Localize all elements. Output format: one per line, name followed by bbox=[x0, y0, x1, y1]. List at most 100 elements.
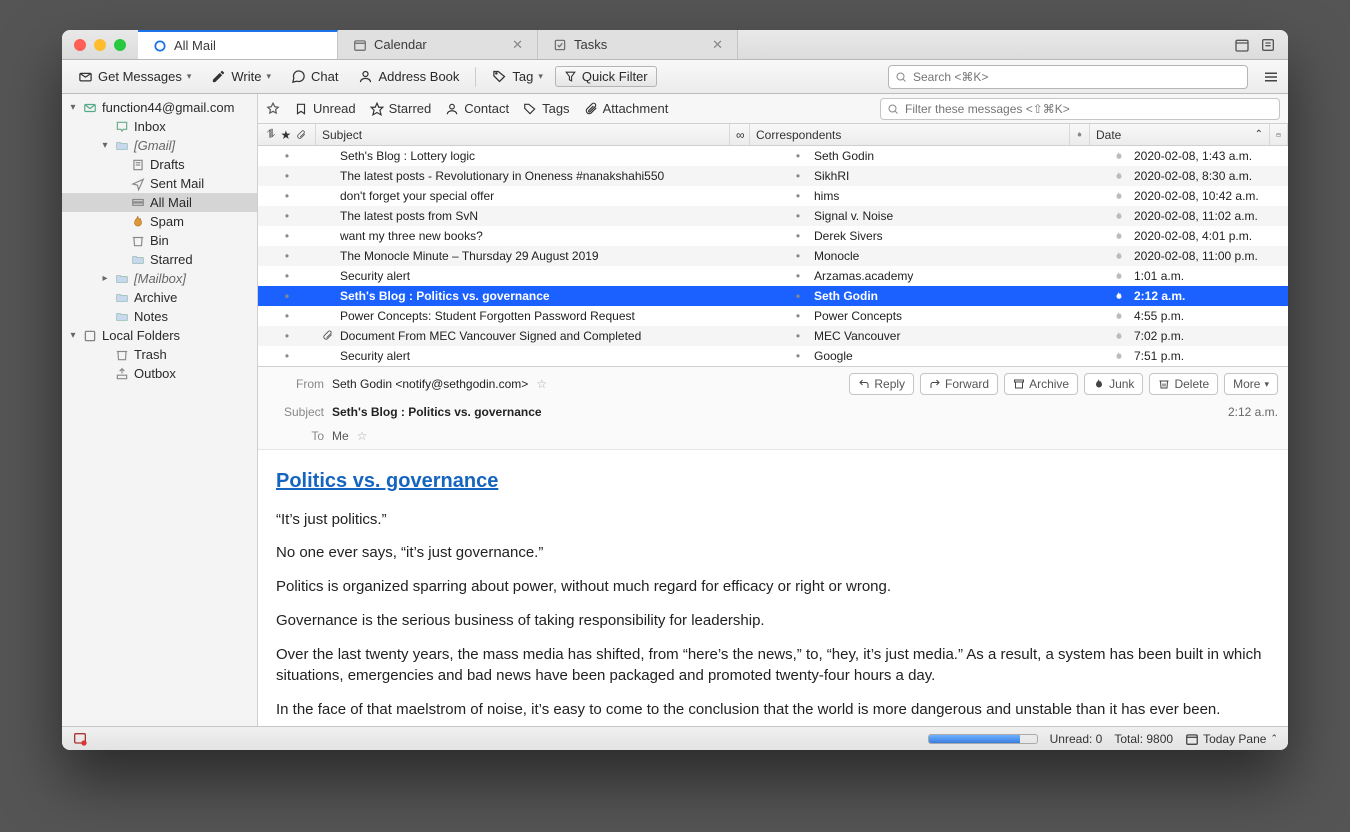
preview-body[interactable]: Politics vs. governance “It’s just polit… bbox=[258, 450, 1288, 726]
sidebar-item-drafts[interactable]: Drafts bbox=[62, 155, 257, 174]
sidebar-item-archive[interactable]: Archive bbox=[62, 288, 257, 307]
close-tab-icon[interactable]: ✕ bbox=[712, 37, 723, 53]
subject-value: Seth's Blog : Politics vs. governance bbox=[332, 405, 542, 419]
message-row[interactable]: • Seth's Blog : Politics vs. governance … bbox=[258, 286, 1288, 306]
app-menu-button[interactable] bbox=[1262, 68, 1280, 86]
tab-calendar[interactable]: Calendar ✕ bbox=[338, 30, 538, 59]
col-flags[interactable]: ⥮★ bbox=[258, 124, 316, 145]
tab-all-mail[interactable]: All Mail bbox=[138, 30, 338, 59]
hot-icon bbox=[1108, 171, 1128, 181]
close-tab-icon[interactable]: ✕ bbox=[512, 37, 523, 53]
message-row[interactable]: • Seth's Blog : Lottery logic • Seth God… bbox=[258, 146, 1288, 166]
sidebar-item-label: Inbox bbox=[134, 119, 166, 134]
folder-icon bbox=[114, 139, 130, 153]
unread-count: Unread: 0 bbox=[1050, 732, 1103, 746]
message-from: Derek Sivers bbox=[808, 229, 1108, 243]
col-subject[interactable]: Subject bbox=[316, 124, 730, 145]
col-hot[interactable] bbox=[1070, 124, 1090, 145]
junk-button[interactable]: Junk bbox=[1084, 373, 1143, 395]
close-window-button[interactable] bbox=[74, 39, 86, 51]
tag-button[interactable]: Tag ▾ bbox=[484, 66, 551, 87]
quick-filter-toggle[interactable]: Quick Filter bbox=[555, 66, 657, 87]
forward-button[interactable]: Forward bbox=[920, 373, 998, 395]
get-messages-button[interactable]: Get Messages ▾ bbox=[70, 66, 199, 87]
write-button[interactable]: Write ▾ bbox=[203, 66, 279, 87]
message-row[interactable]: • Security alert • Google 7:51 p.m. bbox=[258, 346, 1288, 366]
sidebar-item-sent-mail[interactable]: Sent Mail bbox=[62, 174, 257, 193]
sidebar-item-outbox[interactable]: Outbox bbox=[62, 364, 257, 383]
star-contact-icon[interactable]: ☆ bbox=[536, 377, 547, 391]
thread-dot: • bbox=[788, 189, 808, 203]
sidebar-item--gmail-[interactable]: ▾ [Gmail] bbox=[62, 136, 257, 155]
spam-icon bbox=[130, 215, 146, 229]
tab-label: Calendar bbox=[374, 37, 427, 52]
message-date: 2:12 a.m. bbox=[1128, 289, 1288, 303]
calendar-icon[interactable] bbox=[1234, 37, 1250, 53]
zoom-window-button[interactable] bbox=[114, 39, 126, 51]
search-input[interactable] bbox=[888, 65, 1248, 89]
local-folders-row[interactable]: ▾ Local Folders bbox=[62, 326, 257, 345]
sidebar-item-all-mail[interactable]: All Mail bbox=[62, 193, 257, 212]
message-list[interactable]: • Seth's Blog : Lottery logic • Seth God… bbox=[258, 146, 1288, 366]
message-row[interactable]: • The Monocle Minute – Thursday 29 Augus… bbox=[258, 246, 1288, 266]
more-button[interactable]: More▾ bbox=[1224, 373, 1278, 395]
message-subject: Security alert bbox=[334, 269, 788, 283]
message-subject: The latest posts - Revolutionary in Onen… bbox=[334, 169, 788, 183]
account-row[interactable]: ▾ function44@gmail.com bbox=[62, 98, 257, 117]
col-date[interactable]: Date⌃ bbox=[1090, 124, 1270, 145]
article-title-link[interactable]: Politics vs. governance bbox=[276, 470, 498, 492]
chat-button[interactable]: Chat bbox=[283, 66, 346, 87]
sidebar-item-label: Sent Mail bbox=[150, 176, 204, 191]
star-recipient-icon[interactable]: ☆ bbox=[357, 429, 368, 443]
filter-unread[interactable]: Unread bbox=[294, 101, 356, 116]
write-label: Write bbox=[231, 69, 261, 84]
filter-tags[interactable]: Tags bbox=[523, 101, 569, 116]
col-correspondents[interactable]: Correspondents bbox=[750, 124, 1070, 145]
activity-icon[interactable] bbox=[72, 731, 88, 747]
delete-button[interactable]: Delete bbox=[1149, 373, 1218, 395]
read-dot: • bbox=[258, 349, 316, 363]
today-pane-toggle[interactable]: Today Pane⌃ bbox=[1185, 732, 1278, 746]
message-row[interactable]: • Document From MEC Vancouver Signed and… bbox=[258, 326, 1288, 346]
message-filter-input[interactable] bbox=[880, 98, 1280, 120]
message-from: Seth Godin bbox=[808, 289, 1108, 303]
address-book-button[interactable]: Address Book bbox=[350, 66, 467, 87]
col-picker[interactable] bbox=[1270, 124, 1288, 145]
sidebar-item-trash[interactable]: Trash bbox=[62, 345, 257, 364]
tab-tasks[interactable]: Tasks ✕ bbox=[538, 30, 738, 59]
sidebar-item-spam[interactable]: Spam bbox=[62, 212, 257, 231]
calendar-icon bbox=[352, 37, 368, 53]
tasks-icon[interactable] bbox=[1260, 37, 1276, 53]
message-preview: From Seth Godin <notify@sethgodin.com> ☆… bbox=[258, 366, 1288, 726]
message-row[interactable]: • The latest posts - Revolutionary in On… bbox=[258, 166, 1288, 186]
col-thread[interactable]: ∞ bbox=[730, 124, 750, 145]
tasks-icon bbox=[552, 37, 568, 53]
thread-dot: • bbox=[788, 169, 808, 183]
filter-attachment[interactable]: Attachment bbox=[584, 101, 669, 116]
archive-button[interactable]: Archive bbox=[1004, 373, 1078, 395]
sidebar-item-starred[interactable]: Starred bbox=[62, 250, 257, 269]
sidebar-item-label: Bin bbox=[150, 233, 169, 248]
filter-contact[interactable]: Contact bbox=[445, 101, 509, 116]
message-row[interactable]: • Power Concepts: Student Forgotten Pass… bbox=[258, 306, 1288, 326]
reply-button[interactable]: Reply bbox=[849, 373, 914, 395]
sidebar-item-notes[interactable]: Notes bbox=[62, 307, 257, 326]
message-row[interactable]: • don't forget your special offer • hims… bbox=[258, 186, 1288, 206]
global-search[interactable] bbox=[888, 65, 1248, 89]
sidebar-item-inbox[interactable]: Inbox bbox=[62, 117, 257, 136]
message-row[interactable]: • Security alert • Arzamas.academy 1:01 … bbox=[258, 266, 1288, 286]
sidebar-item-label: [Mailbox] bbox=[134, 271, 186, 286]
subject-label: Subject bbox=[268, 405, 324, 419]
filter-starred[interactable]: Starred bbox=[370, 101, 432, 116]
message-row[interactable]: • want my three new books? • Derek Siver… bbox=[258, 226, 1288, 246]
message-date: 2020-02-08, 4:01 p.m. bbox=[1128, 229, 1288, 243]
tab-label: All Mail bbox=[174, 38, 216, 53]
pin-icon[interactable] bbox=[266, 102, 280, 116]
sidebar-item--mailbox-[interactable]: ▸ [Mailbox] bbox=[62, 269, 257, 288]
sidebar-item-bin[interactable]: Bin bbox=[62, 231, 257, 250]
minimize-window-button[interactable] bbox=[94, 39, 106, 51]
message-row[interactable]: • The latest posts from SvN • Signal v. … bbox=[258, 206, 1288, 226]
folder-tree: ▾ function44@gmail.com Inbox ▾ [Gmail] D… bbox=[62, 94, 258, 726]
drafts-icon bbox=[130, 158, 146, 172]
preview-time: 2:12 a.m. bbox=[1228, 405, 1278, 419]
